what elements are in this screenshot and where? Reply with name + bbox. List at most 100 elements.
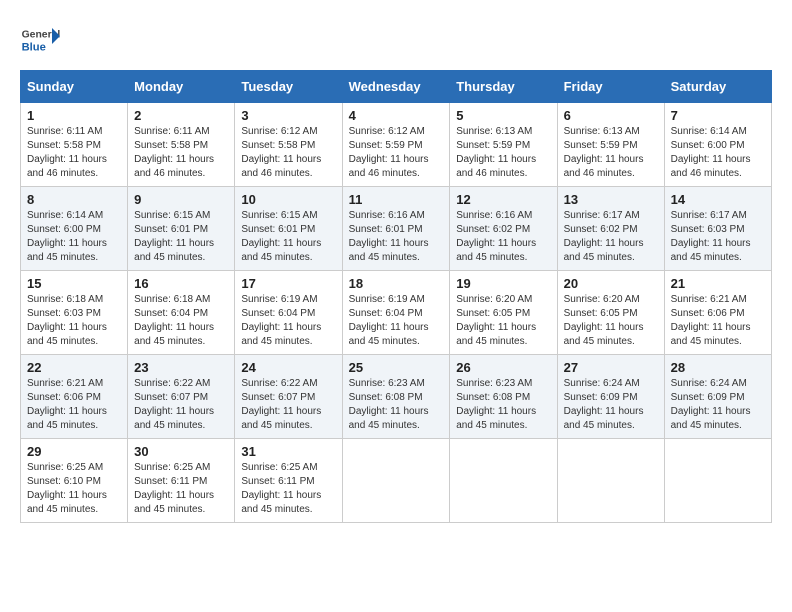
day-number: 16 xyxy=(134,276,228,291)
day-info: Sunrise: 6:13 AMSunset: 5:59 PMDaylight:… xyxy=(456,126,536,179)
calendar-cell: 16 Sunrise: 6:18 AMSunset: 6:04 PMDaylig… xyxy=(128,271,235,355)
day-info: Sunrise: 6:16 AMSunset: 6:02 PMDaylight:… xyxy=(456,210,536,263)
calendar-cell: 31 Sunrise: 6:25 AMSunset: 6:11 PMDaylig… xyxy=(235,439,342,523)
weekday-header: Tuesday xyxy=(235,71,342,103)
day-info: Sunrise: 6:22 AMSunset: 6:07 PMDaylight:… xyxy=(241,378,321,431)
day-info: Sunrise: 6:17 AMSunset: 6:03 PMDaylight:… xyxy=(671,210,751,263)
calendar-cell: 18 Sunrise: 6:19 AMSunset: 6:04 PMDaylig… xyxy=(342,271,450,355)
day-number: 8 xyxy=(27,192,121,207)
day-number: 26 xyxy=(456,360,550,375)
calendar-cell: 7 Sunrise: 6:14 AMSunset: 6:00 PMDayligh… xyxy=(664,103,771,187)
day-info: Sunrise: 6:23 AMSunset: 6:08 PMDaylight:… xyxy=(456,378,536,431)
calendar-cell xyxy=(664,439,771,523)
calendar-cell: 26 Sunrise: 6:23 AMSunset: 6:08 PMDaylig… xyxy=(450,355,557,439)
day-number: 28 xyxy=(671,360,765,375)
day-info: Sunrise: 6:21 AMSunset: 6:06 PMDaylight:… xyxy=(671,294,751,347)
day-number: 25 xyxy=(349,360,444,375)
calendar-cell: 30 Sunrise: 6:25 AMSunset: 6:11 PMDaylig… xyxy=(128,439,235,523)
calendar-week-row: 1 Sunrise: 6:11 AMSunset: 5:58 PMDayligh… xyxy=(21,103,772,187)
day-number: 10 xyxy=(241,192,335,207)
day-info: Sunrise: 6:21 AMSunset: 6:06 PMDaylight:… xyxy=(27,378,107,431)
day-number: 13 xyxy=(564,192,658,207)
calendar-cell: 6 Sunrise: 6:13 AMSunset: 5:59 PMDayligh… xyxy=(557,103,664,187)
weekday-header-row: SundayMondayTuesdayWednesdayThursdayFrid… xyxy=(21,71,772,103)
day-number: 30 xyxy=(134,444,228,459)
day-info: Sunrise: 6:13 AMSunset: 5:59 PMDaylight:… xyxy=(564,126,644,179)
day-info: Sunrise: 6:25 AMSunset: 6:11 PMDaylight:… xyxy=(241,462,321,515)
day-info: Sunrise: 6:19 AMSunset: 6:04 PMDaylight:… xyxy=(241,294,321,347)
weekday-header: Wednesday xyxy=(342,71,450,103)
calendar-cell: 11 Sunrise: 6:16 AMSunset: 6:01 PMDaylig… xyxy=(342,187,450,271)
day-info: Sunrise: 6:24 AMSunset: 6:09 PMDaylight:… xyxy=(564,378,644,431)
calendar-cell: 29 Sunrise: 6:25 AMSunset: 6:10 PMDaylig… xyxy=(21,439,128,523)
day-number: 21 xyxy=(671,276,765,291)
weekday-header: Thursday xyxy=(450,71,557,103)
calendar-cell: 21 Sunrise: 6:21 AMSunset: 6:06 PMDaylig… xyxy=(664,271,771,355)
day-info: Sunrise: 6:20 AMSunset: 6:05 PMDaylight:… xyxy=(456,294,536,347)
weekday-header: Monday xyxy=(128,71,235,103)
day-number: 24 xyxy=(241,360,335,375)
day-info: Sunrise: 6:14 AMSunset: 6:00 PMDaylight:… xyxy=(671,126,751,179)
day-number: 7 xyxy=(671,108,765,123)
calendar-cell: 25 Sunrise: 6:23 AMSunset: 6:08 PMDaylig… xyxy=(342,355,450,439)
calendar-table: SundayMondayTuesdayWednesdayThursdayFrid… xyxy=(20,70,772,523)
calendar-cell: 20 Sunrise: 6:20 AMSunset: 6:05 PMDaylig… xyxy=(557,271,664,355)
day-number: 20 xyxy=(564,276,658,291)
calendar-week-row: 22 Sunrise: 6:21 AMSunset: 6:06 PMDaylig… xyxy=(21,355,772,439)
weekday-header: Sunday xyxy=(21,71,128,103)
calendar-cell: 28 Sunrise: 6:24 AMSunset: 6:09 PMDaylig… xyxy=(664,355,771,439)
calendar-cell: 12 Sunrise: 6:16 AMSunset: 6:02 PMDaylig… xyxy=(450,187,557,271)
day-number: 9 xyxy=(134,192,228,207)
day-info: Sunrise: 6:12 AMSunset: 5:59 PMDaylight:… xyxy=(349,126,429,179)
calendar-cell: 22 Sunrise: 6:21 AMSunset: 6:06 PMDaylig… xyxy=(21,355,128,439)
calendar-week-row: 29 Sunrise: 6:25 AMSunset: 6:10 PMDaylig… xyxy=(21,439,772,523)
calendar-week-row: 15 Sunrise: 6:18 AMSunset: 6:03 PMDaylig… xyxy=(21,271,772,355)
day-number: 23 xyxy=(134,360,228,375)
day-info: Sunrise: 6:15 AMSunset: 6:01 PMDaylight:… xyxy=(241,210,321,263)
calendar-cell: 27 Sunrise: 6:24 AMSunset: 6:09 PMDaylig… xyxy=(557,355,664,439)
day-number: 31 xyxy=(241,444,335,459)
calendar-cell: 5 Sunrise: 6:13 AMSunset: 5:59 PMDayligh… xyxy=(450,103,557,187)
day-info: Sunrise: 6:11 AMSunset: 5:58 PMDaylight:… xyxy=(134,126,214,179)
calendar-cell xyxy=(450,439,557,523)
day-number: 6 xyxy=(564,108,658,123)
calendar-cell: 19 Sunrise: 6:20 AMSunset: 6:05 PMDaylig… xyxy=(450,271,557,355)
day-number: 3 xyxy=(241,108,335,123)
day-info: Sunrise: 6:20 AMSunset: 6:05 PMDaylight:… xyxy=(564,294,644,347)
day-number: 22 xyxy=(27,360,121,375)
day-number: 2 xyxy=(134,108,228,123)
day-info: Sunrise: 6:12 AMSunset: 5:58 PMDaylight:… xyxy=(241,126,321,179)
day-info: Sunrise: 6:25 AMSunset: 6:11 PMDaylight:… xyxy=(134,462,214,515)
calendar-cell: 1 Sunrise: 6:11 AMSunset: 5:58 PMDayligh… xyxy=(21,103,128,187)
day-info: Sunrise: 6:24 AMSunset: 6:09 PMDaylight:… xyxy=(671,378,751,431)
day-info: Sunrise: 6:17 AMSunset: 6:02 PMDaylight:… xyxy=(564,210,644,263)
day-info: Sunrise: 6:18 AMSunset: 6:03 PMDaylight:… xyxy=(27,294,107,347)
calendar-cell: 17 Sunrise: 6:19 AMSunset: 6:04 PMDaylig… xyxy=(235,271,342,355)
calendar-cell xyxy=(342,439,450,523)
day-number: 11 xyxy=(349,192,444,207)
day-number: 15 xyxy=(27,276,121,291)
calendar-cell: 10 Sunrise: 6:15 AMSunset: 6:01 PMDaylig… xyxy=(235,187,342,271)
day-info: Sunrise: 6:14 AMSunset: 6:00 PMDaylight:… xyxy=(27,210,107,263)
day-info: Sunrise: 6:15 AMSunset: 6:01 PMDaylight:… xyxy=(134,210,214,263)
day-info: Sunrise: 6:11 AMSunset: 5:58 PMDaylight:… xyxy=(27,126,107,179)
day-info: Sunrise: 6:16 AMSunset: 6:01 PMDaylight:… xyxy=(349,210,429,263)
weekday-header: Friday xyxy=(557,71,664,103)
day-info: Sunrise: 6:19 AMSunset: 6:04 PMDaylight:… xyxy=(349,294,429,347)
calendar-week-row: 8 Sunrise: 6:14 AMSunset: 6:00 PMDayligh… xyxy=(21,187,772,271)
calendar-cell: 2 Sunrise: 6:11 AMSunset: 5:58 PMDayligh… xyxy=(128,103,235,187)
calendar-cell: 4 Sunrise: 6:12 AMSunset: 5:59 PMDayligh… xyxy=(342,103,450,187)
weekday-header: Saturday xyxy=(664,71,771,103)
calendar-cell: 13 Sunrise: 6:17 AMSunset: 6:02 PMDaylig… xyxy=(557,187,664,271)
day-number: 29 xyxy=(27,444,121,459)
day-number: 1 xyxy=(27,108,121,123)
day-info: Sunrise: 6:25 AMSunset: 6:10 PMDaylight:… xyxy=(27,462,107,515)
day-info: Sunrise: 6:22 AMSunset: 6:07 PMDaylight:… xyxy=(134,378,214,431)
calendar-cell: 15 Sunrise: 6:18 AMSunset: 6:03 PMDaylig… xyxy=(21,271,128,355)
day-number: 19 xyxy=(456,276,550,291)
day-number: 12 xyxy=(456,192,550,207)
calendar-cell: 9 Sunrise: 6:15 AMSunset: 6:01 PMDayligh… xyxy=(128,187,235,271)
logo: General Blue xyxy=(20,20,64,60)
day-number: 14 xyxy=(671,192,765,207)
day-info: Sunrise: 6:18 AMSunset: 6:04 PMDaylight:… xyxy=(134,294,214,347)
